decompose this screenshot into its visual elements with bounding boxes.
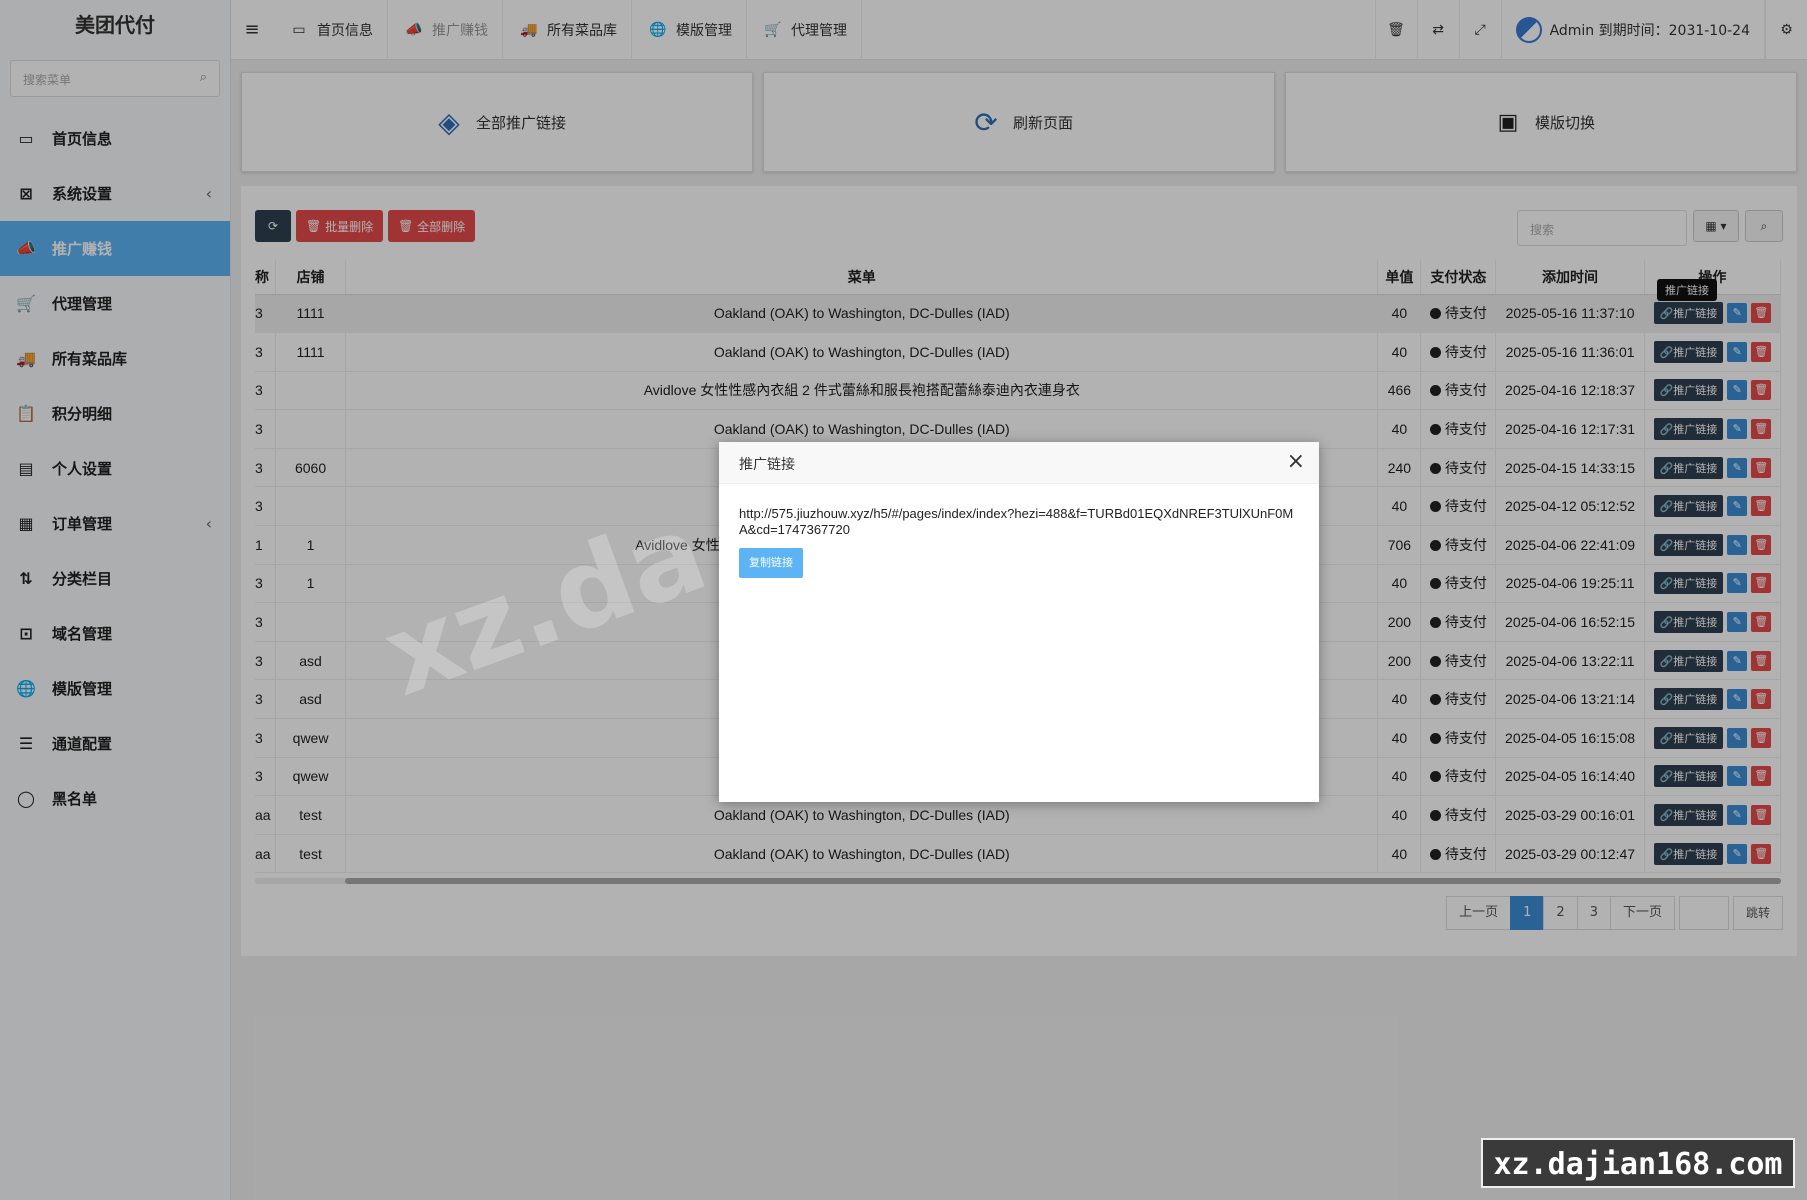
close-icon[interactable]: × (1287, 449, 1305, 474)
promo-url-text: http://575.jiuzhouw.xyz/h5/#/pages/index… (739, 506, 1294, 537)
watermark-banner: xz.dajian168.com (1481, 1138, 1795, 1188)
modal-title: 推广链接 (739, 457, 795, 473)
promo-link-modal: 推广链接 × http://575.jiuzhouw.xyz/h5/#/page… (719, 442, 1319, 802)
modal-body: http://575.jiuzhouw.xyz/h5/#/pages/index… (719, 484, 1319, 600)
copy-link-button[interactable]: 复制链接 (739, 548, 803, 578)
modal-header: 推广链接 × (719, 442, 1319, 484)
